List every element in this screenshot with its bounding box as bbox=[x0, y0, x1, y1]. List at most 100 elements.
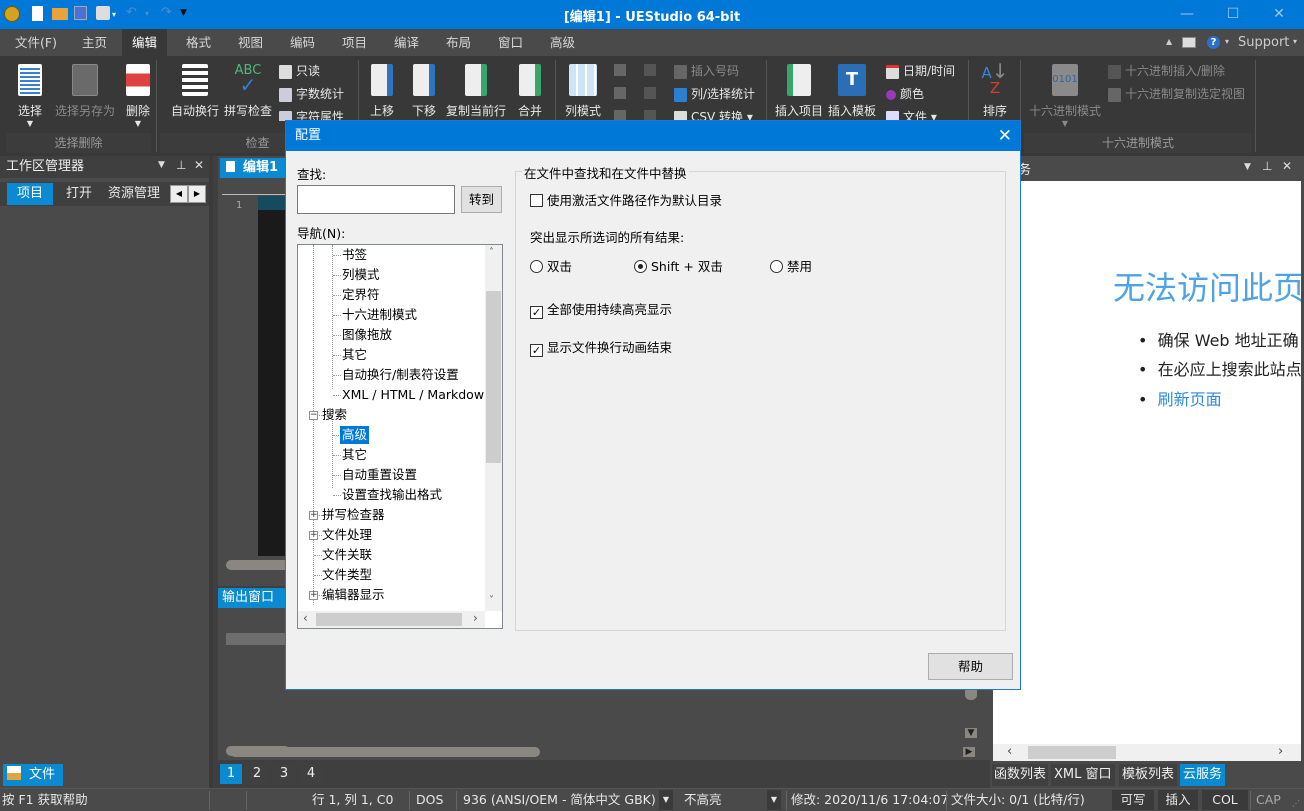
tree-item[interactable]: 自动换行/制表符设置 bbox=[342, 366, 459, 384]
maximize-button[interactable]: ☐ bbox=[1210, 0, 1256, 29]
minimize-button[interactable]: — bbox=[1164, 0, 1210, 29]
color-button[interactable]: 颜色 bbox=[886, 84, 924, 104]
file-insert-button[interactable]: 文件 ▾ bbox=[886, 107, 937, 121]
panel-close-icon[interactable]: ✕ bbox=[194, 158, 204, 172]
select-save-as-button[interactable]: 选择另存为 bbox=[52, 60, 118, 119]
select-button[interactable]: 选择 ▼ bbox=[10, 60, 50, 128]
scroll-up-icon[interactable]: ˄ bbox=[489, 247, 494, 258]
tab-function-list[interactable]: 函数列表 bbox=[992, 764, 1049, 786]
panel-menu-icon[interactable]: ▼ bbox=[1244, 162, 1251, 172]
align-center-icon[interactable] bbox=[644, 87, 656, 99]
status-encoding[interactable]: 936 (ANSI/OEM - 简体中文 GBK) bbox=[463, 789, 659, 811]
collapse-icon[interactable]: − bbox=[309, 411, 318, 420]
tab-scroll-left-icon[interactable]: ◀ bbox=[170, 185, 188, 203]
help-dropdown-icon[interactable]: ▾ bbox=[1225, 37, 1229, 46]
highlight-dropdown-icon[interactable]: ▼ bbox=[767, 790, 781, 810]
menu-advanced[interactable]: 高级 bbox=[540, 29, 585, 56]
tab-template-list[interactable]: 模板列表 bbox=[1119, 764, 1178, 786]
tree-hscroll-thumb[interactable] bbox=[316, 613, 462, 626]
tree-item[interactable]: 其它 bbox=[342, 446, 367, 464]
tree-vscrollbar[interactable]: ˄ ˅ bbox=[485, 245, 502, 611]
expand-icon[interactable]: + bbox=[309, 511, 318, 520]
insert-number-button[interactable]: 插入号码 bbox=[674, 61, 739, 81]
scroll-thumb[interactable] bbox=[1028, 746, 1116, 759]
column-cut-icon[interactable] bbox=[614, 110, 626, 120]
wrap-animation-checkbox[interactable]: ✓ 显示文件换行动画结束 bbox=[530, 337, 672, 357]
tree-item[interactable]: 十六进制模式 bbox=[342, 306, 417, 324]
tree-item[interactable]: 文件类型 bbox=[322, 566, 372, 584]
tree-item[interactable]: 文件处理 bbox=[322, 526, 372, 544]
merge-button[interactable]: 合并 bbox=[512, 60, 548, 119]
tree-hscrollbar[interactable]: ‹ › bbox=[298, 611, 485, 628]
move-down-button[interactable]: 下移 bbox=[406, 60, 442, 119]
nav-tree[interactable]: 书签 列模式 定界符 十六进制模式 图像拖放 其它 自动换行/制表符设置 XML / HTML… bbox=[297, 244, 503, 629]
hex-mode-button[interactable]: 0101 十六进制模式 ▼ bbox=[1028, 60, 1102, 128]
scroll-down-icon[interactable]: ˅ bbox=[489, 595, 494, 606]
tab-explorer[interactable]: 资源管理器 bbox=[99, 183, 169, 205]
tree-item[interactable]: 编辑器显示 bbox=[322, 586, 385, 604]
menu-format[interactable]: 格式 bbox=[176, 29, 221, 56]
output-scrollbar-track[interactable] bbox=[230, 747, 540, 757]
browser-hscrollbar[interactable]: ‹ › bbox=[993, 744, 1301, 761]
tree-item[interactable]: XML / HTML / Markdow bbox=[342, 386, 484, 404]
radio-shift-double-click[interactable]: Shift + 双击 bbox=[634, 256, 723, 275]
vertical-scrollbar-thumb[interactable] bbox=[965, 690, 977, 700]
help-button[interactable]: 帮助 bbox=[928, 653, 1013, 680]
expand-icon[interactable]: + bbox=[309, 531, 318, 540]
read-only-button[interactable]: 只读 bbox=[279, 61, 320, 81]
menu-layout[interactable]: 布局 bbox=[436, 29, 481, 56]
scroll-down-icon[interactable]: ▼ bbox=[965, 728, 977, 738]
expand-icon[interactable]: + bbox=[309, 591, 318, 600]
collapse-ribbon-icon[interactable]: ▲ bbox=[1166, 37, 1172, 46]
goto-button[interactable]: 转到 bbox=[461, 186, 502, 213]
page-tab[interactable]: 3 bbox=[273, 764, 295, 784]
page-tab[interactable]: 4 bbox=[300, 764, 322, 784]
radio-disabled[interactable]: 禁用 bbox=[770, 256, 812, 275]
scroll-left-icon[interactable]: ‹ bbox=[1007, 744, 1012, 759]
menu-view[interactable]: 视图 bbox=[228, 29, 273, 56]
char-props-button[interactable]: 字符属性 bbox=[279, 107, 344, 121]
pin-icon[interactable]: ⊥ bbox=[1262, 159, 1272, 173]
menu-project[interactable]: 项目 bbox=[332, 29, 377, 56]
insert-item-button[interactable]: 插入项目 bbox=[774, 60, 824, 119]
tree-item[interactable]: 文件关联 bbox=[322, 546, 372, 564]
horizontal-scrollbar[interactable] bbox=[226, 560, 290, 570]
status-insert[interactable]: 插入 bbox=[1158, 790, 1198, 810]
status-position[interactable]: 行 1, 列 1, C0 bbox=[312, 789, 393, 811]
word-wrap-button[interactable]: 自动换行 bbox=[170, 60, 220, 119]
radio-icon[interactable] bbox=[634, 260, 647, 273]
scroll-right-icon[interactable]: › bbox=[1278, 744, 1283, 759]
find-input[interactable] bbox=[297, 185, 455, 214]
align-left-icon[interactable] bbox=[644, 64, 656, 76]
close-button[interactable]: ✕ bbox=[1256, 0, 1302, 29]
sort-button[interactable]: A↓ Z 排序 bbox=[975, 60, 1015, 119]
column-mode-button[interactable]: 列模式 bbox=[562, 60, 604, 119]
page-tab[interactable]: 2 bbox=[246, 764, 268, 784]
tree-item[interactable]: 拼写检查器 bbox=[322, 506, 385, 524]
duplicate-line-button[interactable]: 复制当前行 bbox=[445, 60, 507, 119]
tab-files[interactable]: 文件 bbox=[3, 764, 64, 786]
scroll-right-icon[interactable]: › bbox=[473, 611, 478, 625]
tree-item[interactable]: 搜索 bbox=[322, 406, 347, 424]
status-col[interactable]: COL bbox=[1202, 790, 1248, 810]
menu-window[interactable]: 窗口 bbox=[488, 29, 533, 56]
status-line-ending[interactable]: DOS bbox=[416, 789, 443, 811]
menu-home[interactable]: 主页 bbox=[72, 29, 117, 56]
editor-tab[interactable]: 编辑1 bbox=[220, 158, 290, 178]
move-up-button[interactable]: 上移 bbox=[364, 60, 400, 119]
delete-button[interactable]: 删除 ▼ bbox=[118, 60, 158, 128]
resize-grip-icon[interactable]: ⋰ bbox=[1292, 799, 1300, 808]
tab-project[interactable]: 项目 bbox=[7, 183, 54, 205]
tab-scroll-right-icon[interactable]: ▶ bbox=[188, 185, 206, 203]
page-tab[interactable]: 1 bbox=[220, 764, 242, 784]
tree-item[interactable]: 高级 bbox=[340, 426, 370, 444]
tab-open[interactable]: 打开 bbox=[56, 183, 102, 205]
hex-insert-delete-button[interactable]: 十六进制插入/删除 bbox=[1108, 61, 1225, 81]
tree-item[interactable]: 图像拖放 bbox=[342, 326, 392, 344]
layout-icon[interactable] bbox=[1182, 37, 1196, 48]
status-writable[interactable]: 可写 bbox=[1112, 790, 1154, 810]
word-count-button[interactable]: 字数统计 bbox=[279, 84, 344, 104]
menu-encoding[interactable]: 编码 bbox=[280, 29, 325, 56]
tab-xml-window[interactable]: XML 窗口 bbox=[1051, 764, 1115, 786]
col-select-stats-button[interactable]: 列/选择统计 bbox=[674, 84, 755, 104]
